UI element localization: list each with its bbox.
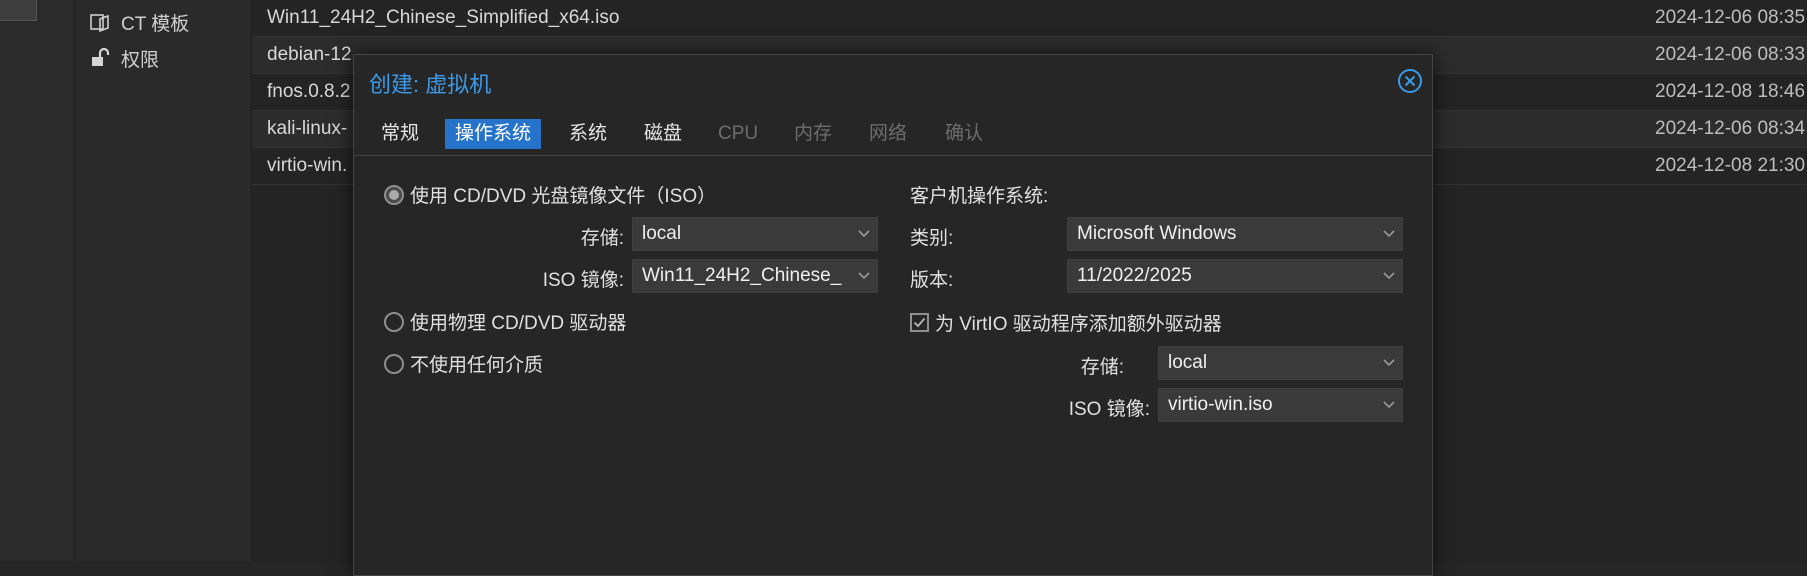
sidebar-item-label: CT 模板 bbox=[121, 13, 190, 35]
sidebar-item-ct-template[interactable]: CT 模板 bbox=[89, 2, 189, 42]
tab-os[interactable]: 操作系统 bbox=[445, 119, 542, 149]
table-row[interactable]: Win11_24H2_Chinese_Simplified_x64.iso 20… bbox=[252, 0, 1807, 37]
virtio-storage-select[interactable]: local bbox=[1158, 346, 1403, 380]
guest-os-heading: 客户机操作系统: bbox=[910, 186, 1049, 207]
select-value: Microsoft Windows bbox=[1077, 223, 1237, 244]
storage-select[interactable]: local bbox=[632, 217, 878, 251]
ct-template-icon bbox=[90, 14, 109, 33]
file-name: kali-linux- bbox=[267, 118, 348, 139]
file-date: 2024-12-06 08:34 bbox=[1655, 118, 1806, 139]
select-value: Win11_24H2_Chinese_ bbox=[642, 265, 842, 286]
os-type-label: 类别: bbox=[910, 228, 954, 249]
sidebar-item-label: 权限 bbox=[121, 49, 160, 71]
radio-label: 使用物理 CD/DVD 驱动器 bbox=[410, 313, 627, 334]
file-name: Win11_24H2_Chinese_Simplified_x64.iso bbox=[267, 7, 620, 28]
virtio-checkbox[interactable]: 为 VirtIO 驱动程序添加额外驱动器 bbox=[910, 309, 1222, 336]
os-type-select[interactable]: Microsoft Windows bbox=[1067, 217, 1403, 251]
os-version-label: 版本: bbox=[910, 270, 954, 291]
file-date: 2024-12-06 08:33 bbox=[1655, 44, 1806, 65]
file-name: fnos.0.8.2 bbox=[267, 81, 351, 102]
iso-image-label: ISO 镜像: bbox=[542, 270, 624, 291]
resource-tree-sidebar: CT 模板 权限 bbox=[75, 0, 252, 561]
dialog-title: 创建: 虚拟机 bbox=[369, 72, 492, 97]
radio-label: 不使用任何介质 bbox=[410, 355, 544, 376]
tab-confirm[interactable]: 确认 bbox=[935, 119, 993, 149]
file-date: 2024-12-06 08:35 bbox=[1655, 7, 1806, 28]
chevron-down-icon bbox=[1376, 347, 1402, 379]
virtio-storage-label: 存储: bbox=[1080, 357, 1124, 378]
iso-image-select[interactable]: Win11_24H2_Chinese_ bbox=[632, 259, 878, 293]
tab-network[interactable]: 网络 bbox=[859, 119, 917, 149]
collapse-button[interactable] bbox=[0, 0, 37, 21]
file-name: debian-12. bbox=[267, 44, 357, 65]
virtio-iso-select[interactable]: virtio-win.iso bbox=[1158, 388, 1403, 422]
dialog-header: 创建: 虚拟机 bbox=[354, 55, 1432, 113]
checkbox-label: 为 VirtIO 驱动程序添加额外驱动器 bbox=[935, 314, 1222, 335]
tab-general[interactable]: 常规 bbox=[371, 119, 429, 149]
select-value: virtio-win.iso bbox=[1168, 394, 1273, 415]
radio-selected-icon bbox=[384, 184, 404, 205]
radio-unselected-icon bbox=[384, 353, 404, 374]
tab-disk[interactable]: 磁盘 bbox=[634, 119, 692, 149]
chevron-down-icon bbox=[1376, 389, 1402, 421]
chevron-down-icon bbox=[1376, 260, 1402, 292]
radio-label: 使用 CD/DVD 光盘镜像文件（ISO） bbox=[410, 186, 717, 207]
chevron-down-icon bbox=[851, 218, 877, 250]
file-date: 2024-12-08 21:30 bbox=[1655, 155, 1806, 176]
file-name: virtio-win. bbox=[267, 155, 348, 176]
chevron-down-icon bbox=[851, 260, 877, 292]
radio-no-media[interactable]: 不使用任何介质 bbox=[384, 350, 543, 377]
create-vm-dialog: 创建: 虚拟机 常规 操作系统 系统 磁盘 CPU 内存 网络 确认 使用 CD… bbox=[353, 54, 1433, 576]
wizard-tabs: 常规 操作系统 系统 磁盘 CPU 内存 网络 确认 bbox=[354, 113, 1432, 156]
file-date: 2024-12-08 18:46 bbox=[1655, 81, 1806, 102]
select-value: 11/2022/2025 bbox=[1077, 265, 1192, 286]
tab-memory[interactable]: 内存 bbox=[784, 119, 842, 149]
close-icon[interactable] bbox=[1397, 68, 1423, 94]
unlock-icon bbox=[92, 47, 110, 66]
select-value: local bbox=[1168, 352, 1208, 373]
os-version-select[interactable]: 11/2022/2025 bbox=[1067, 259, 1403, 293]
radio-physical-drive[interactable]: 使用物理 CD/DVD 驱动器 bbox=[384, 308, 626, 335]
checkmark-icon bbox=[910, 313, 929, 332]
select-value: local bbox=[642, 223, 682, 244]
chevron-down-icon bbox=[1376, 218, 1402, 250]
tab-system[interactable]: 系统 bbox=[559, 119, 617, 149]
virtio-iso-label: ISO 镜像: bbox=[1068, 399, 1150, 420]
tab-cpu[interactable]: CPU bbox=[708, 119, 768, 149]
storage-label: 存储: bbox=[580, 228, 624, 249]
left-strip bbox=[0, 0, 75, 561]
radio-unselected-icon bbox=[384, 311, 404, 332]
sidebar-item-permissions[interactable]: 权限 bbox=[89, 38, 159, 78]
radio-use-iso[interactable]: 使用 CD/DVD 光盘镜像文件（ISO） bbox=[384, 181, 716, 208]
